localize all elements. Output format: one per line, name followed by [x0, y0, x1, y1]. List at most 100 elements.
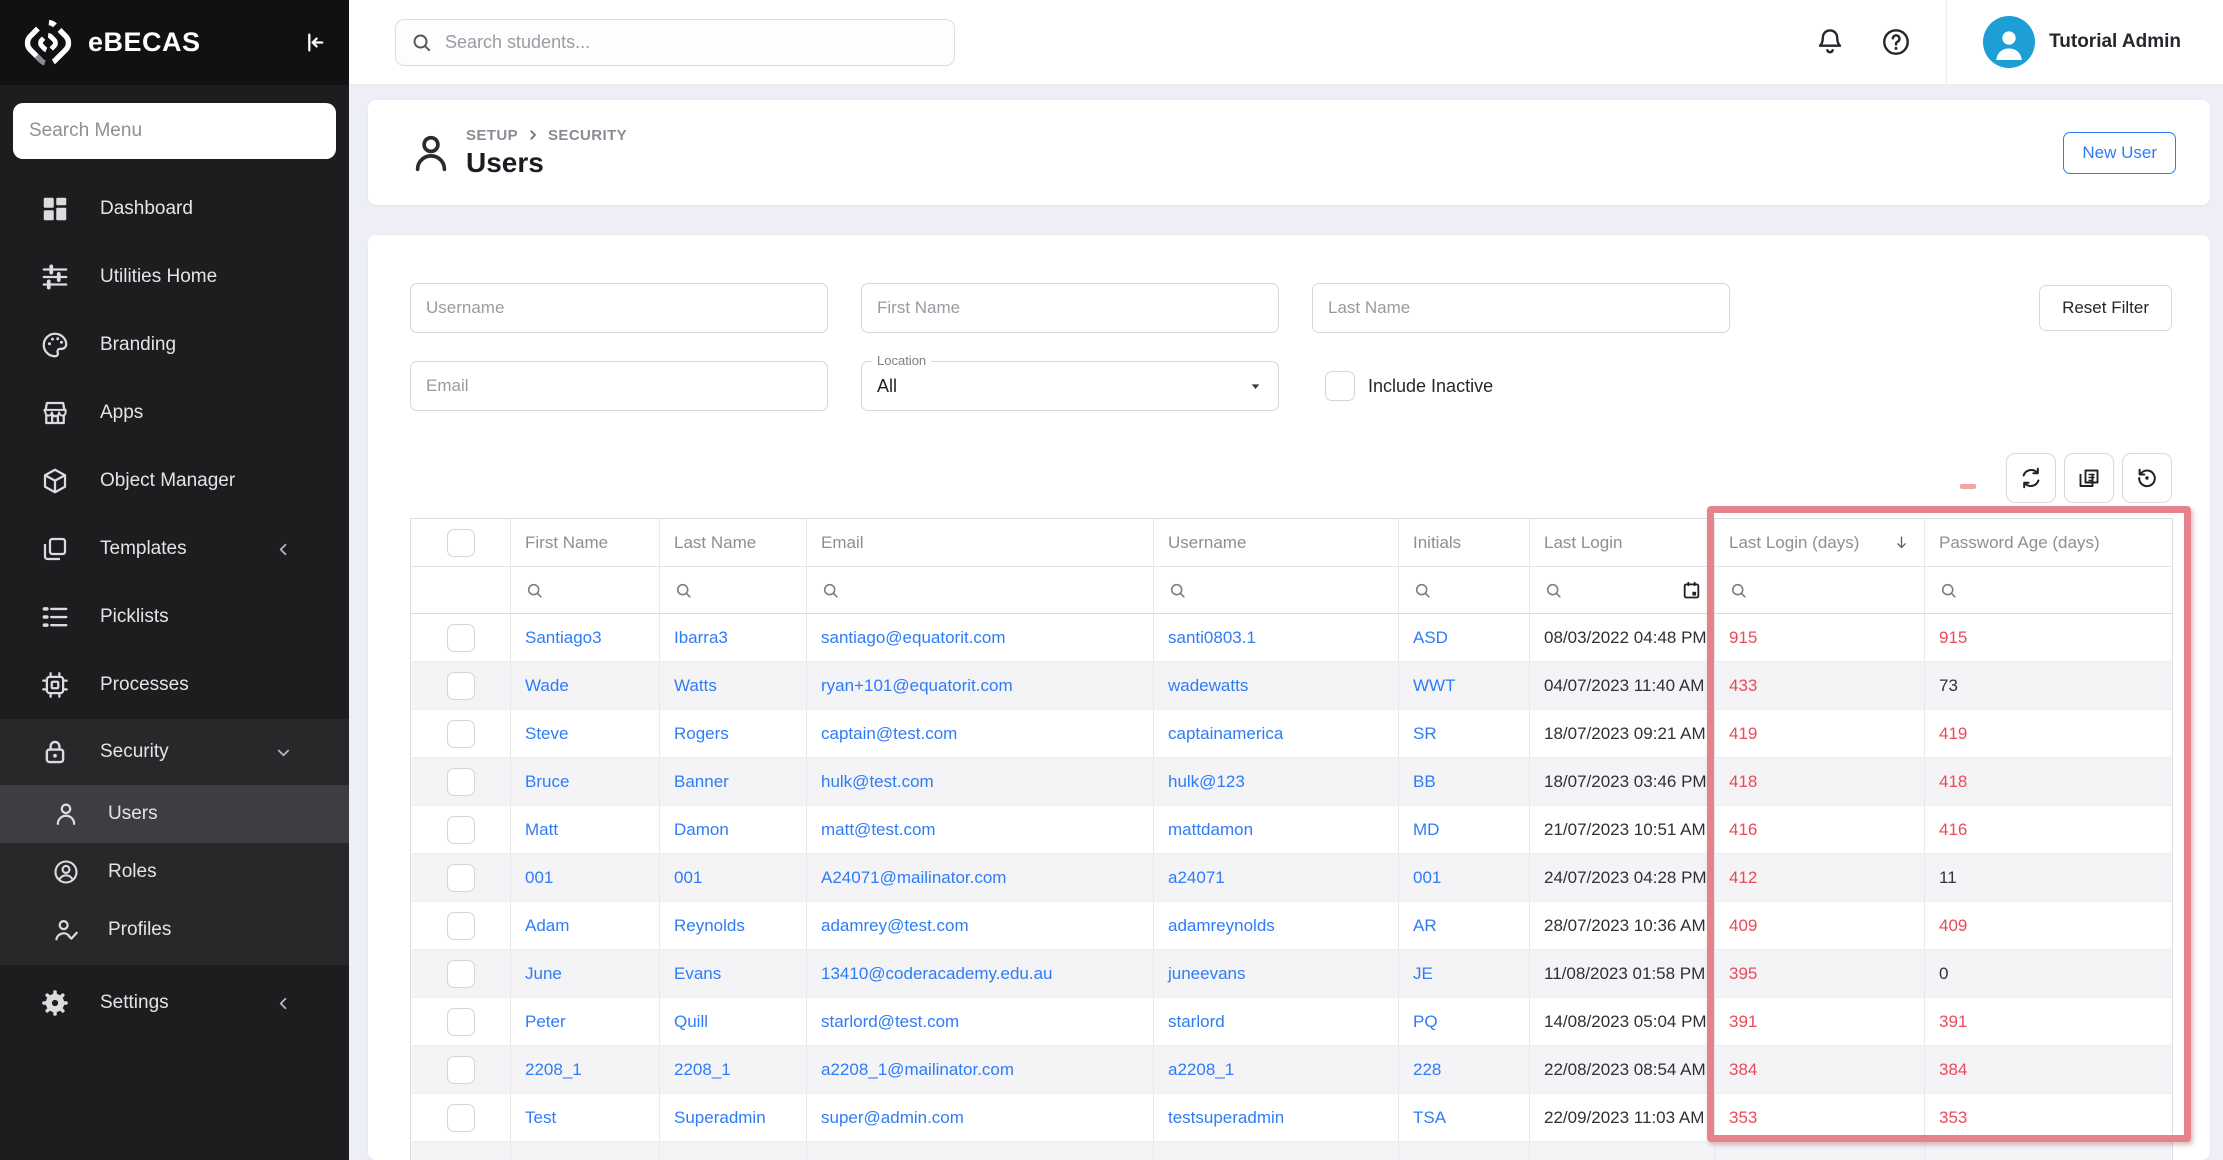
filter-cell-username[interactable]: [1154, 567, 1399, 614]
bell-icon[interactable]: [1814, 26, 1846, 58]
email-link[interactable]: hulk@test.com: [821, 772, 934, 791]
row-checkbox[interactable]: [447, 624, 475, 652]
sidebar-item-roles[interactable]: Roles: [0, 843, 349, 901]
initials-value[interactable]: MD: [1413, 820, 1439, 839]
row-checkbox[interactable]: [447, 864, 475, 892]
filter-first-name-input[interactable]: [861, 283, 1279, 333]
row-checkbox[interactable]: [447, 672, 475, 700]
filter-cell-password-age-days[interactable]: [1925, 567, 2173, 614]
calendar-icon[interactable]: [1681, 580, 1702, 601]
initials-value[interactable]: TSA: [1413, 1108, 1446, 1127]
last-name-link[interactable]: Superadmin: [674, 1108, 766, 1127]
username-link[interactable]: a24071: [1168, 868, 1225, 887]
email-link[interactable]: adamrey@test.com: [821, 916, 969, 935]
username-link[interactable]: captainamerica: [1168, 724, 1283, 743]
first-name-link[interactable]: Santiago3: [525, 628, 602, 647]
last-name-link[interactable]: 2208_1: [674, 1060, 731, 1079]
email-link[interactable]: santiago@equatorit.com: [821, 628, 1006, 647]
row-checkbox[interactable]: [447, 816, 475, 844]
sidebar-item-templates[interactable]: Templates: [0, 515, 349, 583]
filter-cell-email[interactable]: [807, 567, 1154, 614]
row-checkbox[interactable]: [447, 1104, 475, 1132]
username-link[interactable]: adamreynolds: [1168, 916, 1275, 935]
filter-email-input[interactable]: [410, 361, 828, 411]
sidebar-search-input[interactable]: [13, 103, 336, 159]
last-name-link[interactable]: Quill: [674, 1012, 708, 1031]
sidebar-item-apps[interactable]: Apps: [0, 379, 349, 447]
sidebar-item-security[interactable]: Security: [0, 719, 349, 785]
col-header-first-name[interactable]: First Name: [511, 519, 660, 567]
email-link[interactable]: matt@test.com: [821, 820, 936, 839]
sidebar-item-profiles[interactable]: Profiles: [0, 901, 349, 959]
username-link[interactable]: mattdamon: [1168, 820, 1253, 839]
col-header-last-name[interactable]: Last Name: [660, 519, 807, 567]
first-name-link[interactable]: June: [525, 964, 562, 983]
initials-value[interactable]: WWT: [1413, 676, 1455, 695]
first-name-link[interactable]: Wade: [525, 676, 569, 695]
last-name-link[interactable]: Watts: [674, 676, 717, 695]
refresh-button[interactable]: [2006, 453, 2056, 503]
first-name-link[interactable]: Test: [525, 1108, 556, 1127]
initials-value[interactable]: 228: [1413, 1060, 1441, 1079]
first-name-link[interactable]: Steve: [525, 724, 568, 743]
new-user-button[interactable]: New User: [2063, 132, 2176, 174]
last-name-link[interactable]: Banner: [674, 772, 729, 791]
sidebar-item-utilities-home[interactable]: Utilities Home: [0, 243, 349, 311]
username-link[interactable]: hulk@123: [1168, 772, 1245, 791]
sidebar-item-users[interactable]: Users: [0, 785, 349, 843]
username-link[interactable]: testsuperadmin: [1168, 1108, 1284, 1127]
last-name-link[interactable]: Ibarra3: [674, 628, 728, 647]
filter-cell-first-name[interactable]: [511, 567, 660, 614]
email-link[interactable]: A24071@mailinator.com: [821, 868, 1006, 887]
initials-value[interactable]: AR: [1413, 916, 1437, 935]
sidebar-item-branding[interactable]: Branding: [0, 311, 349, 379]
username-link[interactable]: wadewatts: [1168, 676, 1248, 695]
col-header-username[interactable]: Username: [1154, 519, 1399, 567]
initials-value[interactable]: PQ: [1413, 1012, 1438, 1031]
sidebar-item-settings[interactable]: Settings: [0, 969, 349, 1037]
sidebar-item-object-manager[interactable]: Object Manager: [0, 447, 349, 515]
initials-value[interactable]: BB: [1413, 772, 1436, 791]
include-inactive-checkbox[interactable]: Include Inactive: [1312, 371, 1493, 401]
first-name-link[interactable]: 001: [525, 868, 553, 887]
initials-value[interactable]: SR: [1413, 724, 1437, 743]
last-name-link[interactable]: 001: [674, 868, 702, 887]
sidebar-item-dashboard[interactable]: Dashboard: [0, 175, 349, 243]
username-link[interactable]: a2208_1: [1168, 1060, 1234, 1079]
first-name-link[interactable]: Matt: [525, 820, 558, 839]
email-link[interactable]: starlord@test.com: [821, 1012, 959, 1031]
breadcrumb-security[interactable]: SECURITY: [548, 127, 627, 144]
first-name-link[interactable]: Bruce: [525, 772, 569, 791]
location-select[interactable]: Location All: [861, 361, 1279, 411]
first-name-link[interactable]: 2208_1: [525, 1060, 582, 1079]
email-link[interactable]: captain@test.com: [821, 724, 957, 743]
student-search-input[interactable]: [445, 32, 940, 53]
row-checkbox[interactable]: [447, 768, 475, 796]
last-name-link[interactable]: Evans: [674, 964, 721, 983]
sidebar-collapse-icon[interactable]: [302, 29, 329, 56]
col-header-password-age-days[interactable]: Password Age (days): [1925, 519, 2173, 567]
initials-value[interactable]: JE: [1413, 964, 1433, 983]
username-link[interactable]: santi0803.1: [1168, 628, 1256, 647]
username-link[interactable]: juneevans: [1168, 964, 1246, 983]
email-link[interactable]: super@admin.com: [821, 1108, 964, 1127]
email-link[interactable]: a2208_1@mailinator.com: [821, 1060, 1014, 1079]
col-header-last-login-days[interactable]: Last Login (days): [1715, 519, 1925, 567]
filter-username-input[interactable]: [410, 283, 828, 333]
reset-filter-button[interactable]: Reset Filter: [2039, 285, 2172, 331]
help-icon[interactable]: [1880, 26, 1912, 58]
filter-cell-initials[interactable]: [1399, 567, 1530, 614]
col-header-email[interactable]: Email: [807, 519, 1154, 567]
username-link[interactable]: starlord: [1168, 1012, 1225, 1031]
filter-cell-last-login[interactable]: [1530, 567, 1715, 614]
col-header-last-login[interactable]: Last Login: [1530, 519, 1715, 567]
last-name-link[interactable]: Reynolds: [674, 916, 745, 935]
user-menu[interactable]: Tutorial Admin: [1947, 16, 2223, 68]
select-all-checkbox[interactable]: [447, 529, 475, 557]
filter-cell-last-login-days[interactable]: [1715, 567, 1925, 614]
initials-value[interactable]: 001: [1413, 868, 1441, 887]
filter-cell-last-name[interactable]: [660, 567, 807, 614]
row-checkbox[interactable]: [447, 1008, 475, 1036]
row-checkbox[interactable]: [447, 960, 475, 988]
row-checkbox[interactable]: [447, 1056, 475, 1084]
